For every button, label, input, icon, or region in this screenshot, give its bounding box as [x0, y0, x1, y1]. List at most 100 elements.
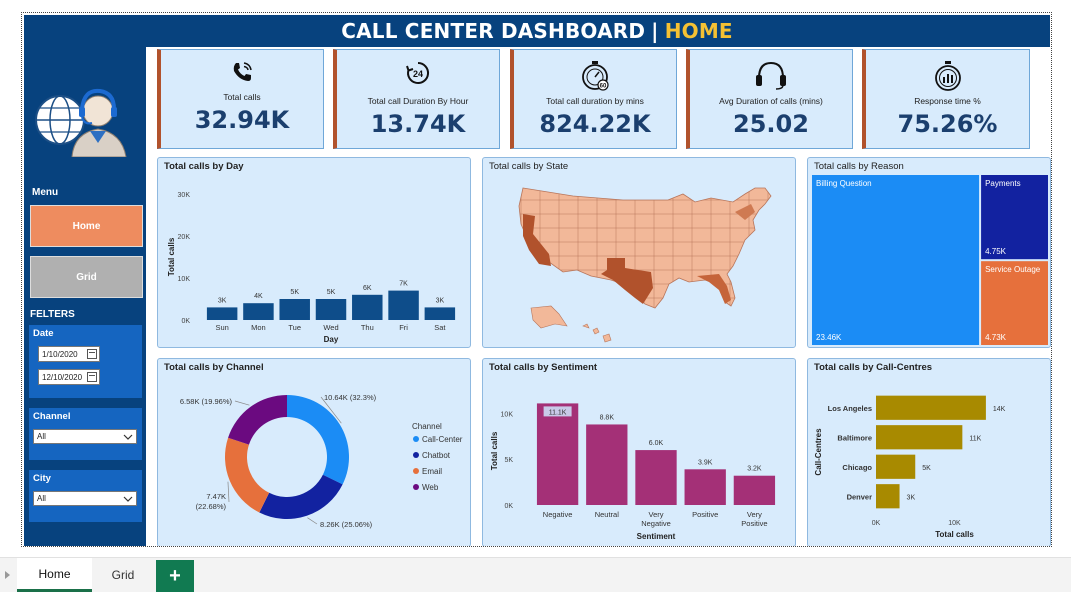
- chart-calls-by-day: 0K 10K 20K 30K Total calls 3K Sun 4K Mon 5K Tue 5K W…: [167, 192, 456, 344]
- channel-filter: Channel All: [29, 408, 142, 460]
- chart-calls-by-sentiment: 0K 5K 10K Total calls 11.1K Negative 8.8K Neutr…: [490, 403, 776, 541]
- kpi-card-duration-mins: 60 Total call duration by mins 824.22K: [510, 49, 677, 149]
- data-label: 5K: [290, 289, 299, 296]
- x-tick-label: Sat: [434, 323, 446, 332]
- x-axis-title: Total calls: [935, 530, 974, 539]
- y-tick-label: 10K: [178, 276, 191, 283]
- add-page-button[interactable]: +: [156, 560, 194, 592]
- data-label: 14K: [993, 406, 1006, 413]
- bar: [388, 290, 419, 320]
- kpi-value: 824.22K: [539, 110, 651, 138]
- bar: [424, 307, 456, 320]
- menu-label: Menu: [32, 187, 59, 198]
- bar: [206, 307, 238, 320]
- slice-label: 10.64K (32.3%): [324, 393, 377, 402]
- data-label: 3K: [218, 297, 227, 304]
- legend-marker: [413, 468, 419, 474]
- channel-filter-label: Channel: [33, 411, 71, 422]
- kpi-label: Total call duration by mins: [546, 96, 644, 106]
- bar: [586, 424, 628, 505]
- donut-slice: [287, 395, 349, 485]
- chart-calls-by-centre: Los Angeles 14K Baltimore 11K Chicago 5K Denve…: [814, 395, 1006, 539]
- x-tick-label: Positive: [741, 519, 767, 528]
- calendar-icon: [87, 349, 97, 359]
- svg-text:60: 60: [600, 84, 607, 90]
- legend-label: Web: [422, 483, 439, 492]
- grid-button[interactable]: Grid: [30, 256, 143, 298]
- calendar-icon: [87, 372, 97, 382]
- tile-value: 4.73K: [985, 333, 1007, 342]
- x-tick-label: Tue: [288, 323, 301, 332]
- x-tick-label: Sun: [215, 323, 228, 332]
- tile-label: Billing Question: [816, 179, 872, 188]
- map-state-hawaii: [582, 323, 612, 343]
- leader-line: [234, 400, 250, 406]
- data-label: 3K: [907, 494, 916, 501]
- x-tick-label: Fri: [399, 323, 408, 332]
- page-tab-bar: Home Grid +: [0, 557, 1071, 592]
- x-tick-label: Negative: [543, 510, 573, 519]
- y-tick-label: Los Angeles: [828, 404, 872, 413]
- y-tick-label: 5K: [504, 457, 513, 464]
- home-button[interactable]: Home: [30, 205, 143, 247]
- kpi-card-response-time: Response time % 75.26%: [862, 49, 1030, 149]
- x-tick-label: Very: [747, 510, 762, 519]
- y-axis-title: Total calls: [167, 237, 176, 276]
- chevron-down-icon: [123, 434, 133, 440]
- y-tick-label: Denver: [847, 492, 873, 501]
- kpi-card-total-calls: Total calls 32.94K: [157, 49, 324, 149]
- bar: [243, 303, 274, 320]
- legend-label: Call-Center: [422, 435, 463, 444]
- x-tick-label: Mon: [251, 323, 266, 332]
- kpi-card-duration-hour: 24 Total call Duration By Hour 13.74K: [333, 49, 500, 149]
- report-canvas: CALL CENTER DASHBOARD | HOME Menu Home G…: [21, 12, 1052, 547]
- legend-marker: [413, 484, 419, 490]
- main-canvas: Total calls 32.94K 24 Total call Duratio…: [149, 47, 1051, 546]
- slice-label: 7.47K: [206, 492, 226, 501]
- kpi-card-avg-duration: Avg Duration of calls (mins) 25.02: [686, 49, 853, 149]
- phone-icon: [233, 62, 252, 81]
- city-dropdown-value: All: [37, 494, 46, 503]
- legend-label: Chatbot: [422, 451, 451, 460]
- treemap-calls-by-reason: Billing Question 23.46K Payments 4.75K Servi…: [812, 175, 1048, 345]
- city-dropdown[interactable]: All: [33, 491, 137, 506]
- data-label: 3K: [436, 297, 445, 304]
- usa-map[interactable]: [483, 158, 797, 349]
- legend-marker: [413, 452, 419, 458]
- bar: [315, 299, 347, 320]
- end-date-input[interactable]: 12/10/2020: [38, 369, 100, 385]
- panel-calls-by-reason: Total calls by Reason Billing Question 23…: [807, 157, 1051, 348]
- channel-dropdown[interactable]: All: [33, 429, 137, 444]
- slice-label: (22.68%): [196, 502, 227, 511]
- y-tick-label: 30K: [178, 192, 191, 199]
- scroll-left-icon[interactable]: [5, 571, 10, 579]
- kpi-value: 75.26%: [897, 110, 998, 138]
- clock-24-icon: 24: [406, 61, 430, 84]
- tab-grid[interactable]: Grid: [92, 558, 154, 592]
- tab-home[interactable]: Home: [17, 558, 92, 592]
- leader-line: [307, 517, 318, 525]
- data-label: 6K: [363, 285, 372, 292]
- kpi-value: 13.74K: [370, 110, 466, 138]
- chevron-down-icon: [123, 496, 133, 502]
- panel-calls-by-centre: Total calls by Call-Centres Los Angeles 1…: [807, 358, 1051, 546]
- start-date-input[interactable]: 1/10/2020: [38, 346, 100, 362]
- bar: [279, 299, 310, 320]
- donut-calls-by-channel: 10.64K (32.3%) 8.26K (25.06%) 7.47K(22.68%…: [180, 393, 463, 529]
- treemap-tile: [812, 175, 980, 345]
- x-tick-label: 10K: [948, 520, 961, 527]
- x-tick-label: Thu: [361, 323, 374, 332]
- x-tick-label: 0K: [872, 520, 881, 527]
- legend-title: Channel: [412, 422, 442, 431]
- slice-label: 8.26K (25.06%): [320, 520, 373, 529]
- donut-slice: [225, 437, 270, 513]
- svg-text:24: 24: [413, 69, 423, 79]
- bar: [536, 403, 579, 505]
- x-tick-label: Negative: [641, 519, 671, 528]
- kpi-label: Total call Duration By Hour: [367, 96, 469, 106]
- bar: [684, 469, 726, 505]
- title-separator: |: [651, 19, 659, 43]
- data-label: 11K: [969, 435, 981, 442]
- filters-label: FELTERS: [30, 309, 75, 320]
- slice-label: 6.58K (19.96%): [180, 397, 233, 406]
